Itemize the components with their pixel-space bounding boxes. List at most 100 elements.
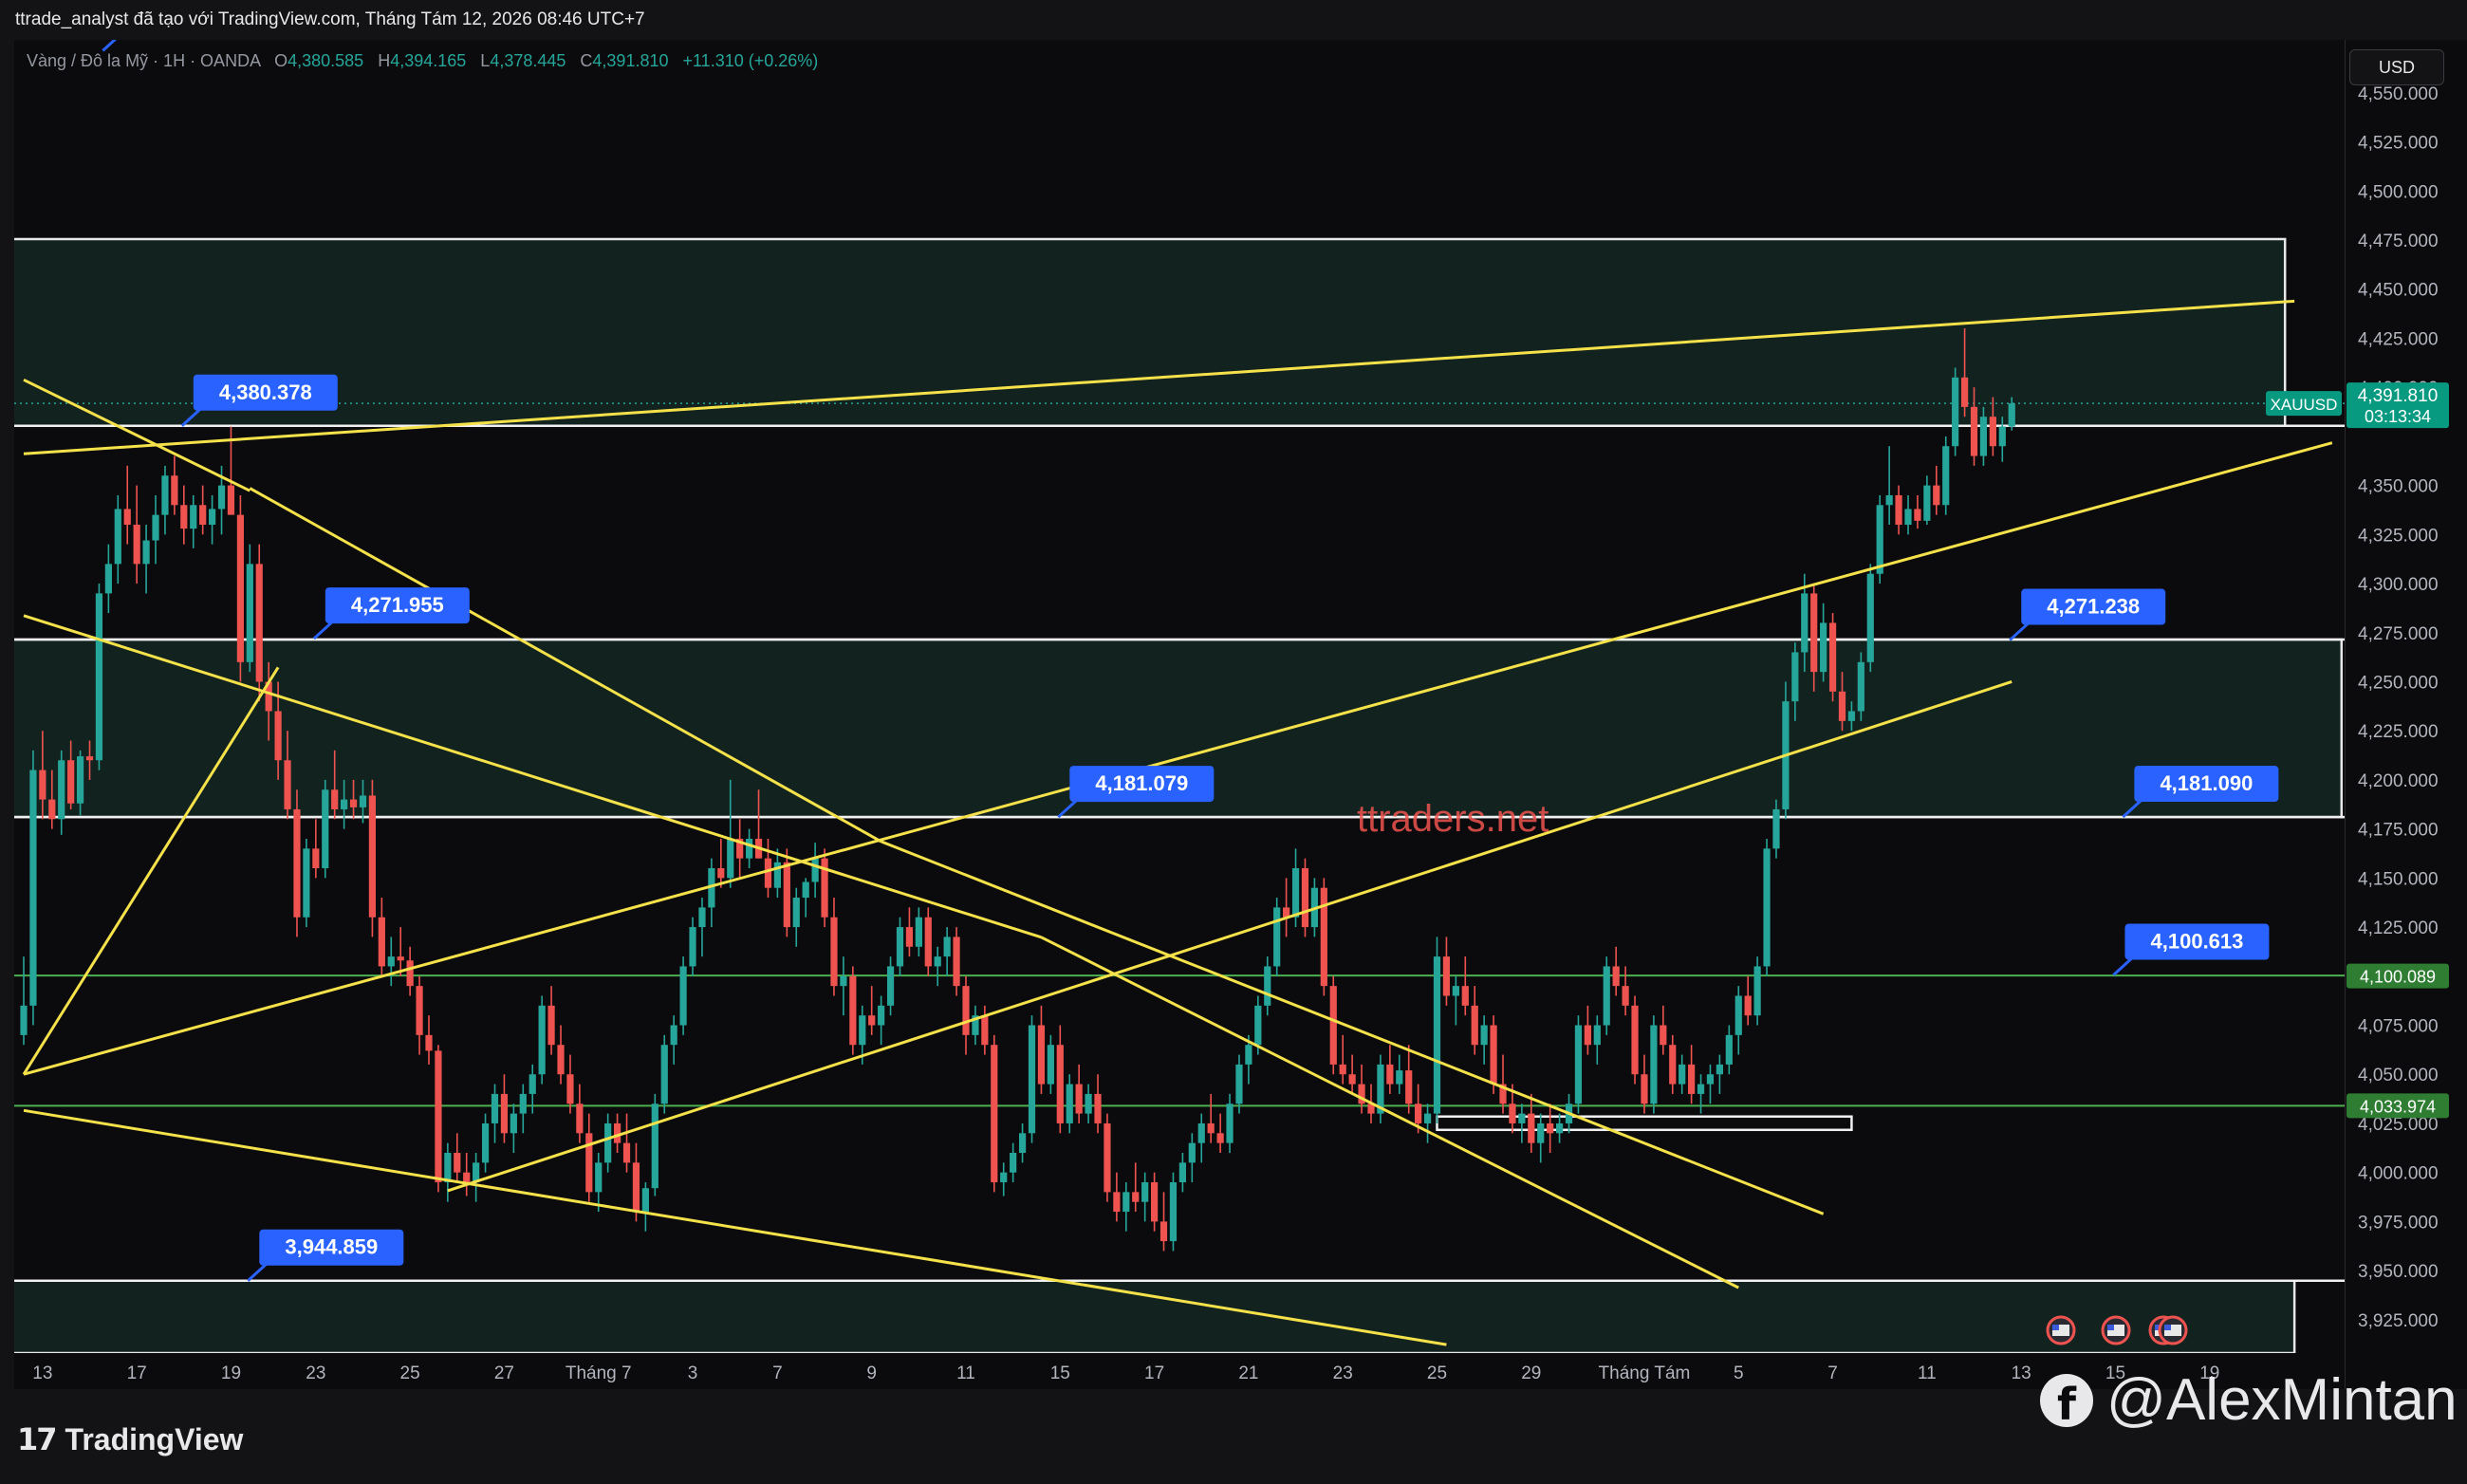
time-tick-label: Tháng Tám xyxy=(1599,1363,1691,1383)
candle-body xyxy=(878,1005,885,1026)
candle xyxy=(303,838,310,928)
candle-body xyxy=(425,1034,433,1051)
price-callout-text: 4,380.378 xyxy=(219,380,312,404)
candle-body xyxy=(1113,1192,1121,1213)
candle-body xyxy=(1679,1064,1686,1085)
candle-body xyxy=(67,760,75,804)
tradingview-logo[interactable]: 17 TradingView xyxy=(17,1421,243,1457)
candle-body xyxy=(1593,1025,1601,1046)
candle-body xyxy=(924,917,932,967)
price-callout-box xyxy=(114,0,258,35)
candle-body xyxy=(1603,966,1610,1026)
time-tick-label: Tháng 7 xyxy=(566,1363,632,1383)
candle-body xyxy=(1753,966,1761,1016)
candle-body xyxy=(1273,907,1281,967)
candle-body xyxy=(1791,652,1799,702)
currency-button[interactable]: USD xyxy=(2349,49,2444,85)
candle xyxy=(1197,1113,1205,1163)
candle xyxy=(1518,1104,1526,1143)
candle xyxy=(368,779,377,937)
candle xyxy=(1104,1113,1111,1202)
candle-body xyxy=(943,937,951,957)
candle xyxy=(1433,937,1441,1123)
candle xyxy=(1547,1104,1554,1153)
candle xyxy=(821,848,828,928)
candle-body xyxy=(1339,1064,1346,1075)
candle-body xyxy=(576,1104,584,1134)
candle-body xyxy=(1348,1074,1356,1085)
candle xyxy=(322,779,329,879)
candle xyxy=(1348,1054,1356,1094)
candle-body xyxy=(1104,1122,1111,1193)
time-tick-label: 11 xyxy=(956,1363,975,1383)
time-tick-label: 5 xyxy=(1734,1363,1744,1383)
time-tick-label: 9 xyxy=(866,1363,877,1383)
candle xyxy=(1056,1025,1064,1134)
candle xyxy=(1159,1192,1168,1252)
candle-body xyxy=(519,1093,527,1114)
candle-body xyxy=(161,475,169,515)
last-price-tag: XAUUSD 4,391.81003:13:34 xyxy=(2266,382,2449,429)
symbol-badge-text: XAUUSD xyxy=(2271,396,2338,414)
time-axis-labels: 13 17 19 23 25 27 Tháng 7 3 7 9 11 15 17 21 23 25 29 Thán… xyxy=(32,1363,2219,1383)
candle xyxy=(1178,1152,1186,1193)
candle xyxy=(868,986,876,1035)
candle-body xyxy=(1159,1221,1168,1242)
candle-body xyxy=(1584,1025,1591,1046)
candle-body xyxy=(1018,1133,1027,1153)
price-callout: 4,271.955 xyxy=(312,587,470,640)
price-callout-text: 4,181.079 xyxy=(1095,771,1188,795)
candle xyxy=(1622,966,1629,1016)
candle-body xyxy=(962,986,970,1035)
candle-body xyxy=(830,917,838,987)
candle xyxy=(849,966,857,1055)
price-axis-ticks: 4,550.000 4,525.000 4,500.000 4,475.000 4,45… xyxy=(2358,84,2439,1331)
candle-body xyxy=(1734,995,1742,1035)
candle-body xyxy=(1235,1064,1243,1104)
candle-body xyxy=(529,1074,536,1094)
candle-body xyxy=(1480,1025,1488,1046)
candle-body xyxy=(133,524,140,565)
candle xyxy=(1763,838,1771,976)
candle-body xyxy=(209,509,216,525)
candle-body xyxy=(48,799,56,820)
candle xyxy=(114,494,121,584)
candle xyxy=(255,544,263,702)
candle-body xyxy=(1264,966,1271,1006)
candle-body xyxy=(1386,1064,1394,1085)
candle-body xyxy=(859,1015,866,1046)
candle xyxy=(576,1084,584,1143)
candle-body xyxy=(849,975,857,1046)
price-tick-label: 4,275.000 xyxy=(2358,624,2439,644)
candle-body xyxy=(1622,986,1629,1006)
candle xyxy=(736,819,744,879)
candle-body xyxy=(95,593,103,761)
candle xyxy=(1876,494,1883,584)
price-callout-text: 3,944.859 xyxy=(285,1235,378,1259)
candle xyxy=(1952,367,1959,456)
candle-body xyxy=(1537,1122,1545,1143)
candle xyxy=(1301,858,1309,937)
candle-countdown-text: 03:13:34 xyxy=(2365,407,2431,426)
candle xyxy=(510,1104,517,1153)
price-tick-label: 4,000.000 xyxy=(2358,1164,2439,1184)
candle-body xyxy=(1207,1122,1215,1134)
chart-canvas[interactable]: ttraders.net 4,571.524 4,380.378 4,271.955 4… xyxy=(0,0,2467,1484)
candle xyxy=(246,544,253,673)
price-tick-label: 4,325.000 xyxy=(2358,526,2439,546)
candle xyxy=(764,838,772,899)
candle-body xyxy=(1895,494,1902,525)
candle xyxy=(209,494,216,545)
candle xyxy=(1405,1045,1413,1114)
candle xyxy=(1207,1093,1215,1143)
candle-body xyxy=(547,1005,555,1046)
candle xyxy=(651,1093,658,1196)
candle xyxy=(981,1005,989,1055)
candle xyxy=(972,1005,979,1046)
price-callout: 4,571.524 xyxy=(102,0,258,52)
price-tick-label: 4,500.000 xyxy=(2358,182,2439,202)
price-tick-label: 4,475.000 xyxy=(2358,232,2439,251)
candle-body xyxy=(905,927,914,947)
candle-body xyxy=(1132,1192,1140,1202)
candle xyxy=(566,1054,574,1114)
